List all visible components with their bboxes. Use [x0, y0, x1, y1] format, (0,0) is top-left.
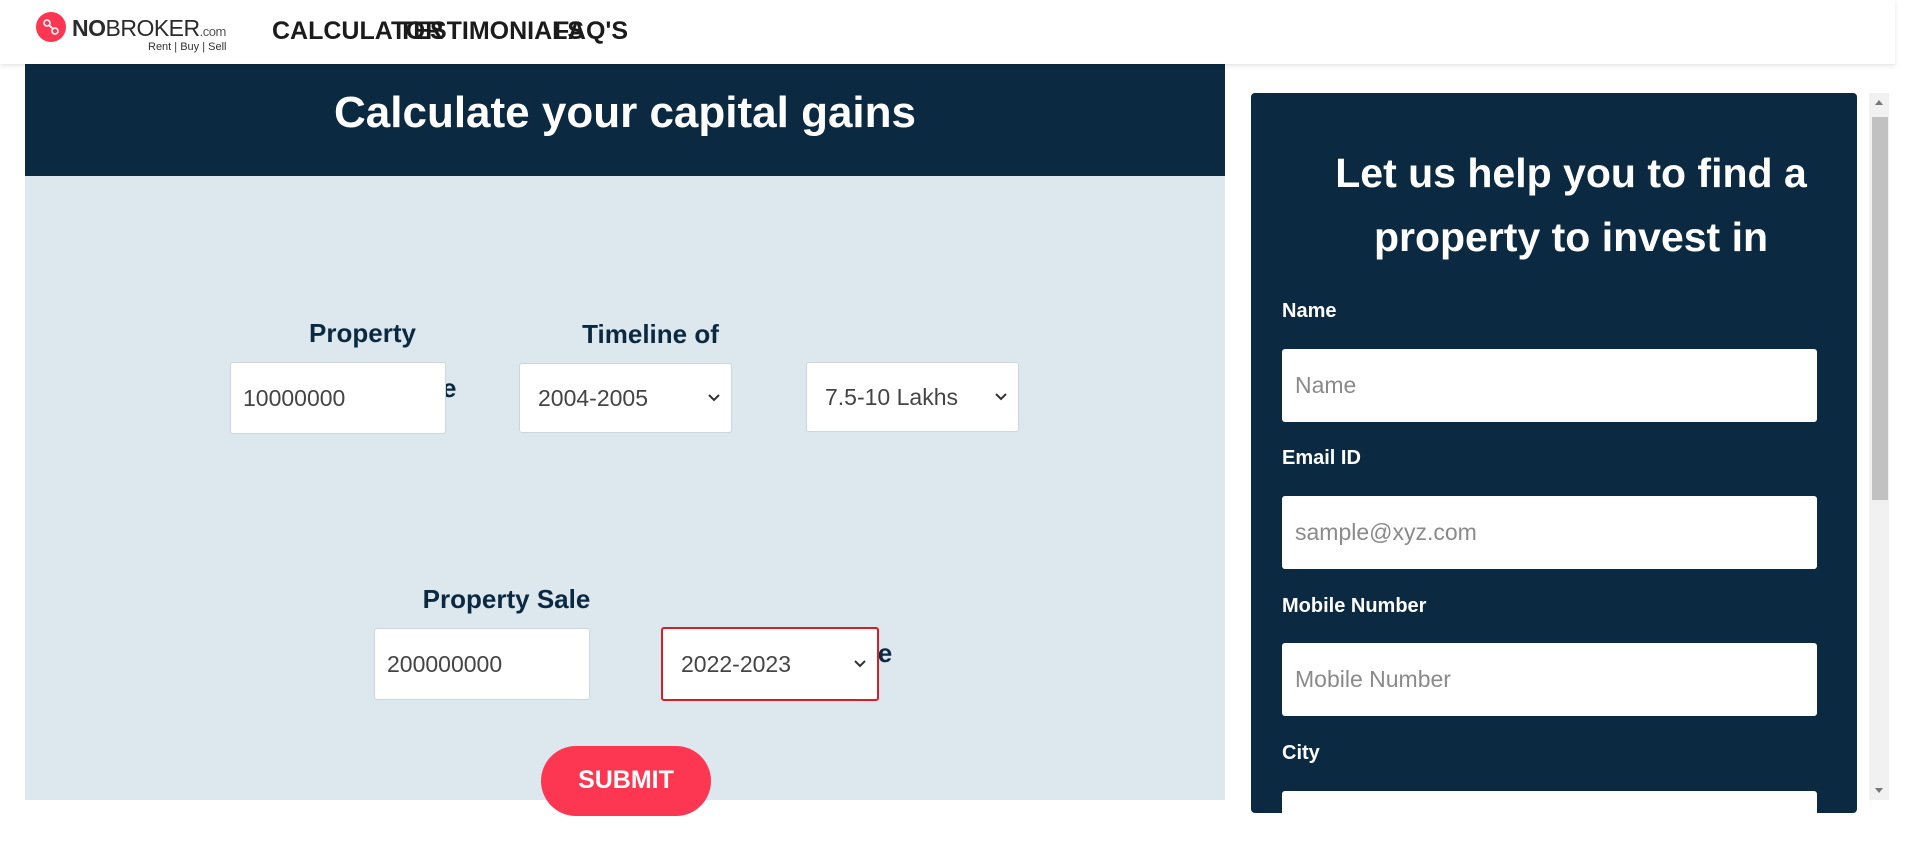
nobroker-logo[interactable]: NOBROKER.com Rent | Buy | Sell: [36, 12, 236, 56]
top-header: NOBROKER.com Rent | Buy | Sell CALCULATO…: [0, 0, 1895, 64]
scroll-thumb[interactable]: [1872, 117, 1888, 500]
chevron-down-icon: [854, 660, 866, 668]
logo-tagline: Rent | Buy | Sell: [148, 41, 227, 53]
logo-wordmark: NOBROKER.com: [72, 15, 226, 41]
submit-button[interactable]: SUBMIT: [541, 746, 711, 816]
income-slab-value: 7.5-10 Lakhs: [825, 383, 958, 410]
purchase-timeline-value: 2004-2005: [538, 384, 648, 411]
find-property-form: Let us help you to find a property to in…: [1251, 93, 1857, 864]
capital-gains-calculator: Calculate your capital gains Property Pu…: [25, 64, 1225, 816]
form-scrollbar[interactable]: [1869, 93, 1889, 800]
calculator-title: Calculate your capital gains: [334, 88, 916, 137]
sale-price-input[interactable]: 200000000: [374, 628, 590, 700]
sale-timeline-value: 2022-2023: [681, 650, 791, 677]
purchase-price-input[interactable]: 10000000: [230, 362, 446, 434]
purchase-timeline-select[interactable]: 2004-2005: [519, 363, 732, 433]
scroll-up-arrow-icon[interactable]: [1869, 93, 1889, 113]
mobile-input[interactable]: Mobile Number: [1282, 643, 1817, 716]
name-input[interactable]: Name: [1282, 349, 1817, 422]
email-input[interactable]: sample@xyz.com: [1282, 496, 1817, 569]
calculator-header: Calculate your capital gains: [25, 64, 1225, 176]
sale-timeline-select[interactable]: 2022-2023: [661, 627, 879, 701]
logo-mark-icon: [36, 12, 66, 42]
scroll-down-arrow-icon[interactable]: [1869, 780, 1889, 800]
income-slab-select[interactable]: 7.5-10 Lakhs: [806, 362, 1019, 432]
form-title: Let us help you to find a property to in…: [1335, 150, 1807, 260]
nav-faqs[interactable]: FAQ'S: [554, 17, 628, 46]
name-label: Name: [1282, 300, 1337, 322]
mobile-label: Mobile Number: [1282, 595, 1427, 617]
city-label: City: [1282, 742, 1320, 764]
chevron-down-icon: [708, 394, 720, 402]
city-select[interactable]: [1282, 791, 1817, 864]
chevron-down-icon: [995, 393, 1007, 401]
email-label: Email ID: [1282, 447, 1361, 469]
